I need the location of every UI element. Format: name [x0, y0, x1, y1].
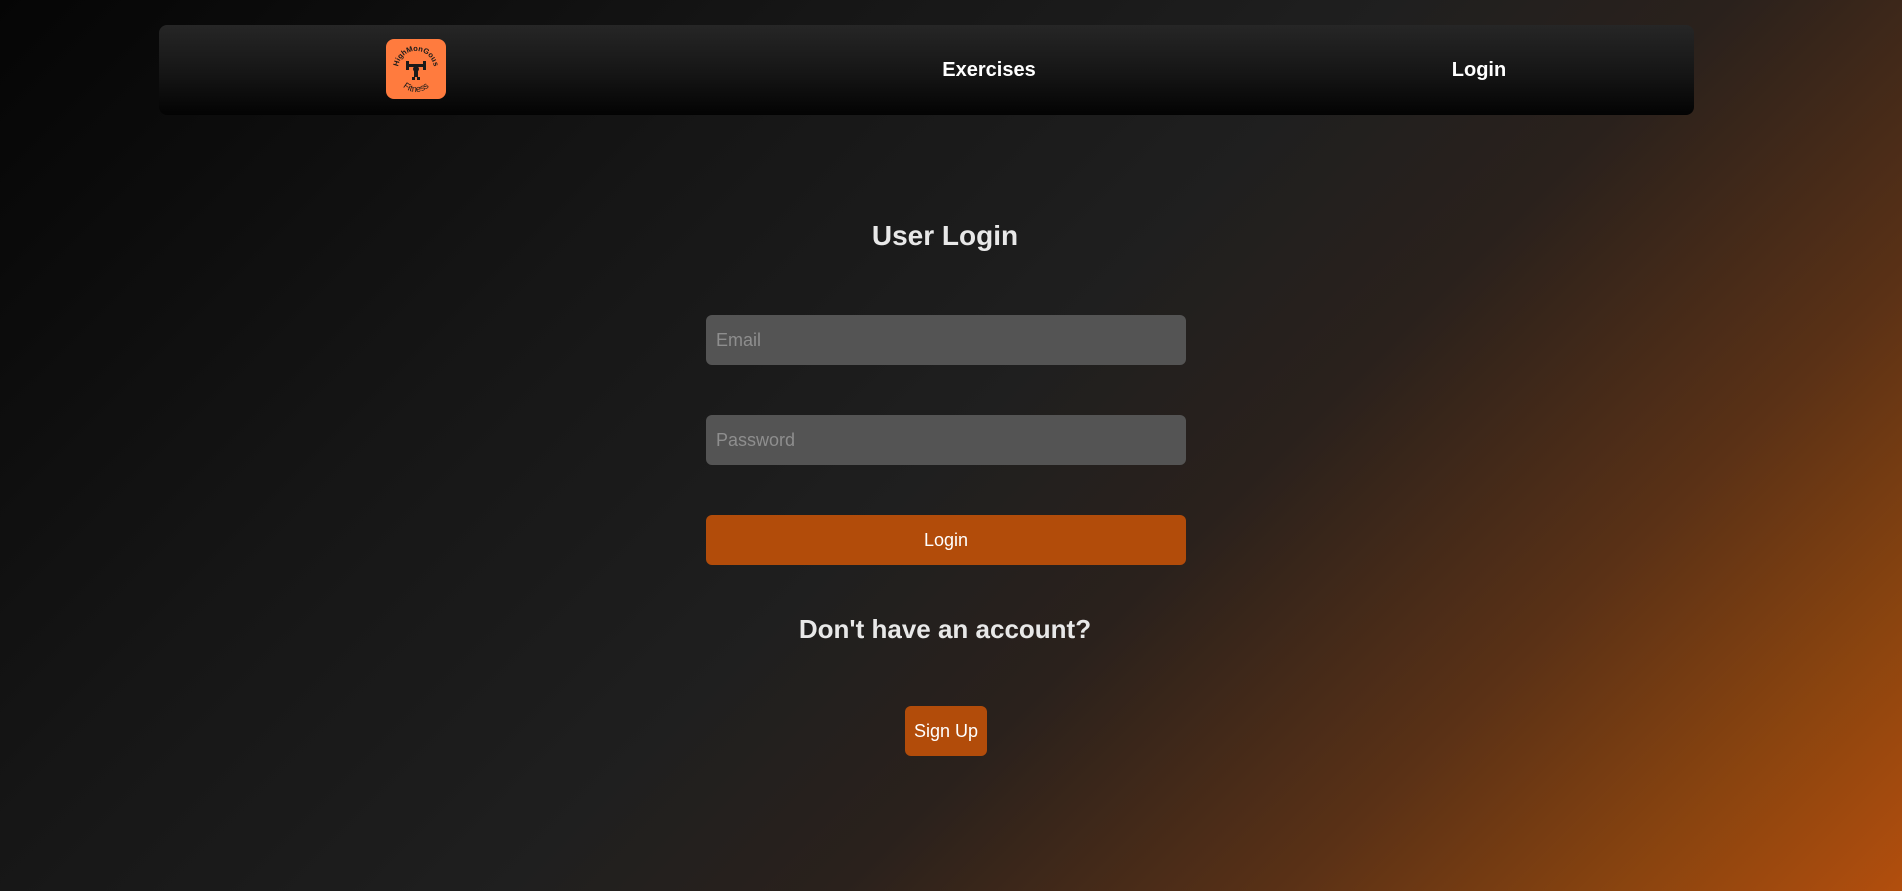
email-input[interactable] — [706, 315, 1186, 365]
navbar: HighMonGous Fitness Exercises Login — [159, 25, 1694, 115]
nav-link-exercises[interactable]: Exercises — [889, 25, 1089, 115]
svg-text:HighMonGous: HighMonGous — [391, 44, 441, 67]
svg-text:Fitness: Fitness — [402, 80, 431, 94]
login-button[interactable]: Login — [706, 515, 1186, 565]
nav-link-login[interactable]: Login — [1409, 25, 1549, 115]
no-account-heading: Don't have an account? — [798, 614, 1092, 644]
page-title: User Login — [871, 220, 1019, 251]
brand-logo[interactable]: HighMonGous Fitness — [386, 39, 446, 99]
password-input[interactable] — [706, 415, 1186, 465]
fitness-logo-icon: HighMonGous Fitness — [391, 44, 441, 94]
signup-button[interactable]: Sign Up — [905, 706, 987, 756]
